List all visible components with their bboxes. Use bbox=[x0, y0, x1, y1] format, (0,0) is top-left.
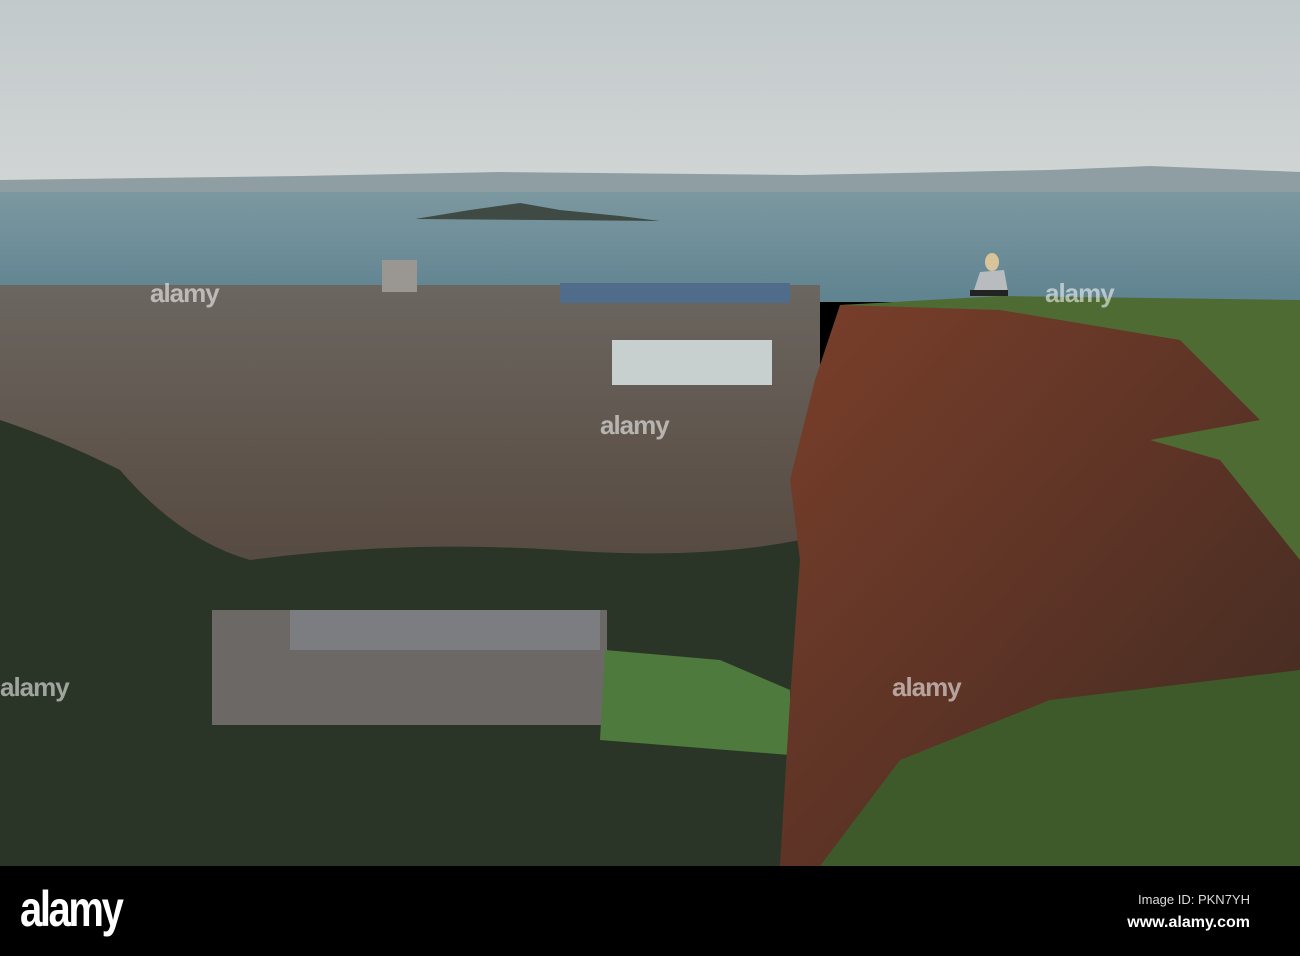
sky bbox=[0, 0, 1300, 180]
watermark-text: alamy bbox=[1045, 278, 1115, 308]
stadium bbox=[612, 340, 772, 385]
watermark-text: alamy bbox=[600, 410, 670, 440]
image-id: Image ID: PKN7YH bbox=[1138, 892, 1250, 907]
grain-silo bbox=[382, 260, 417, 292]
alamy-logo: alamy bbox=[20, 881, 124, 937]
site-url: www.alamy.com bbox=[1127, 914, 1250, 931]
watermark-text: alamy bbox=[150, 278, 220, 308]
footer-bar: alamy Image ID: PKN7YH www.alamy.com bbox=[0, 866, 1300, 956]
blue-warehouse bbox=[560, 283, 790, 303]
watermark-text: alamy bbox=[0, 672, 70, 702]
palace-roof bbox=[290, 610, 600, 650]
watermark-text: alamy bbox=[892, 672, 962, 702]
